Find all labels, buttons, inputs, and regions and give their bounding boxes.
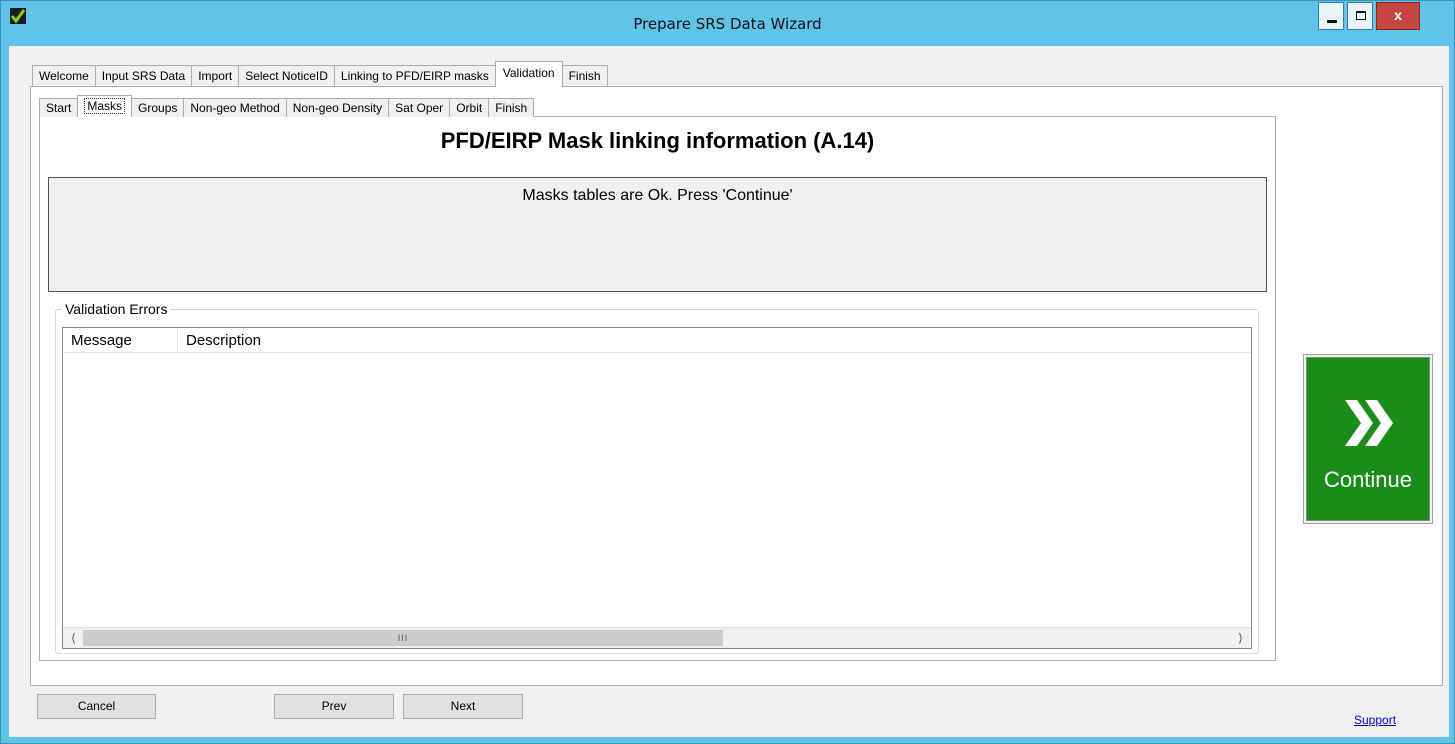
close-button[interactable]: x — [1376, 2, 1420, 30]
subtab-finish[interactable]: Finish — [488, 98, 535, 117]
column-header-message[interactable]: Message — [63, 328, 178, 352]
validation-errors-list[interactable]: Message Description ⟨ III ⟩ — [62, 327, 1252, 649]
tab-linking-masks[interactable]: Linking to PFD/EIRP masks — [333, 65, 496, 87]
masks-panel: PFD/EIRP Mask linking information (A.14)… — [39, 116, 1276, 661]
subtab-non-geo-density[interactable]: Non-geo Density — [285, 98, 390, 117]
validation-panel: Start Masks Groups Non-geo Method Non-ge… — [30, 86, 1443, 686]
window-title: Prepare SRS Data Wizard — [633, 15, 822, 33]
wizard-step-tabs: Welcome Input SRS Data Import Select Not… — [32, 61, 608, 87]
maximize-icon — [1356, 11, 1366, 20]
tab-welcome[interactable]: Welcome — [32, 65, 96, 87]
scroll-right-icon[interactable]: ⟩ — [1232, 628, 1249, 648]
continue-label: Continue — [1323, 467, 1413, 492]
page-title: PFD/EIRP Mask linking information (A.14) — [440, 128, 875, 153]
column-header-description[interactable]: Description — [178, 328, 478, 352]
wizard-window: Prepare SRS Data Wizard x Welcome Input … — [0, 0, 1455, 744]
subtab-orbit[interactable]: Orbit — [449, 98, 490, 117]
subtab-groups[interactable]: Groups — [131, 98, 185, 117]
subtab-sat-oper[interactable]: Sat Oper — [388, 98, 451, 117]
scroll-thumb[interactable]: III — [83, 630, 723, 646]
validation-errors-group: Validation Errors Message Description ⟨ … — [55, 301, 1259, 654]
continue-button[interactable]: Continue — [1304, 355, 1432, 523]
scroll-left-icon[interactable]: ⟨ — [65, 628, 82, 648]
tab-import[interactable]: Import — [191, 65, 240, 87]
validation-errors-label: Validation Errors — [62, 301, 171, 317]
status-message-box: Masks tables are Ok. Press 'Continue' — [48, 177, 1267, 292]
tab-input-srs-data[interactable]: Input SRS Data — [94, 65, 193, 87]
tab-finish[interactable]: Finish — [561, 65, 608, 87]
status-message: Masks tables are Ok. Press 'Continue' — [522, 187, 793, 204]
tab-validation[interactable]: Validation — [494, 61, 563, 87]
support-link[interactable]: Support — [1354, 713, 1396, 727]
subtab-masks[interactable]: Masks — [77, 95, 133, 117]
list-header: Message Description — [63, 328, 1251, 353]
title-bar[interactable]: Prepare SRS Data Wizard x — [1, 1, 1454, 46]
validation-sub-tabs: Start Masks Groups Non-geo Method Non-ge… — [39, 95, 535, 117]
maximize-button[interactable] — [1347, 2, 1373, 30]
tab-select-noticeid[interactable]: Select NoticeID — [238, 65, 335, 87]
cancel-button[interactable]: Cancel — [37, 694, 156, 719]
prev-button[interactable]: Prev — [274, 694, 394, 719]
minimize-icon — [1327, 20, 1337, 23]
minimize-button[interactable] — [1318, 2, 1344, 30]
horizontal-scrollbar[interactable]: ⟨ III ⟩ — [63, 627, 1251, 648]
subtab-non-geo-method[interactable]: Non-geo Method — [183, 98, 287, 117]
wizard-client-area: Welcome Input SRS Data Import Select Not… — [9, 46, 1449, 737]
next-button[interactable]: Next — [403, 694, 523, 719]
subtab-start[interactable]: Start — [39, 98, 79, 117]
double-chevron-right-icon — [1345, 400, 1393, 446]
subtab-masks-label: Masks — [84, 98, 126, 114]
close-icon: x — [1394, 7, 1402, 23]
